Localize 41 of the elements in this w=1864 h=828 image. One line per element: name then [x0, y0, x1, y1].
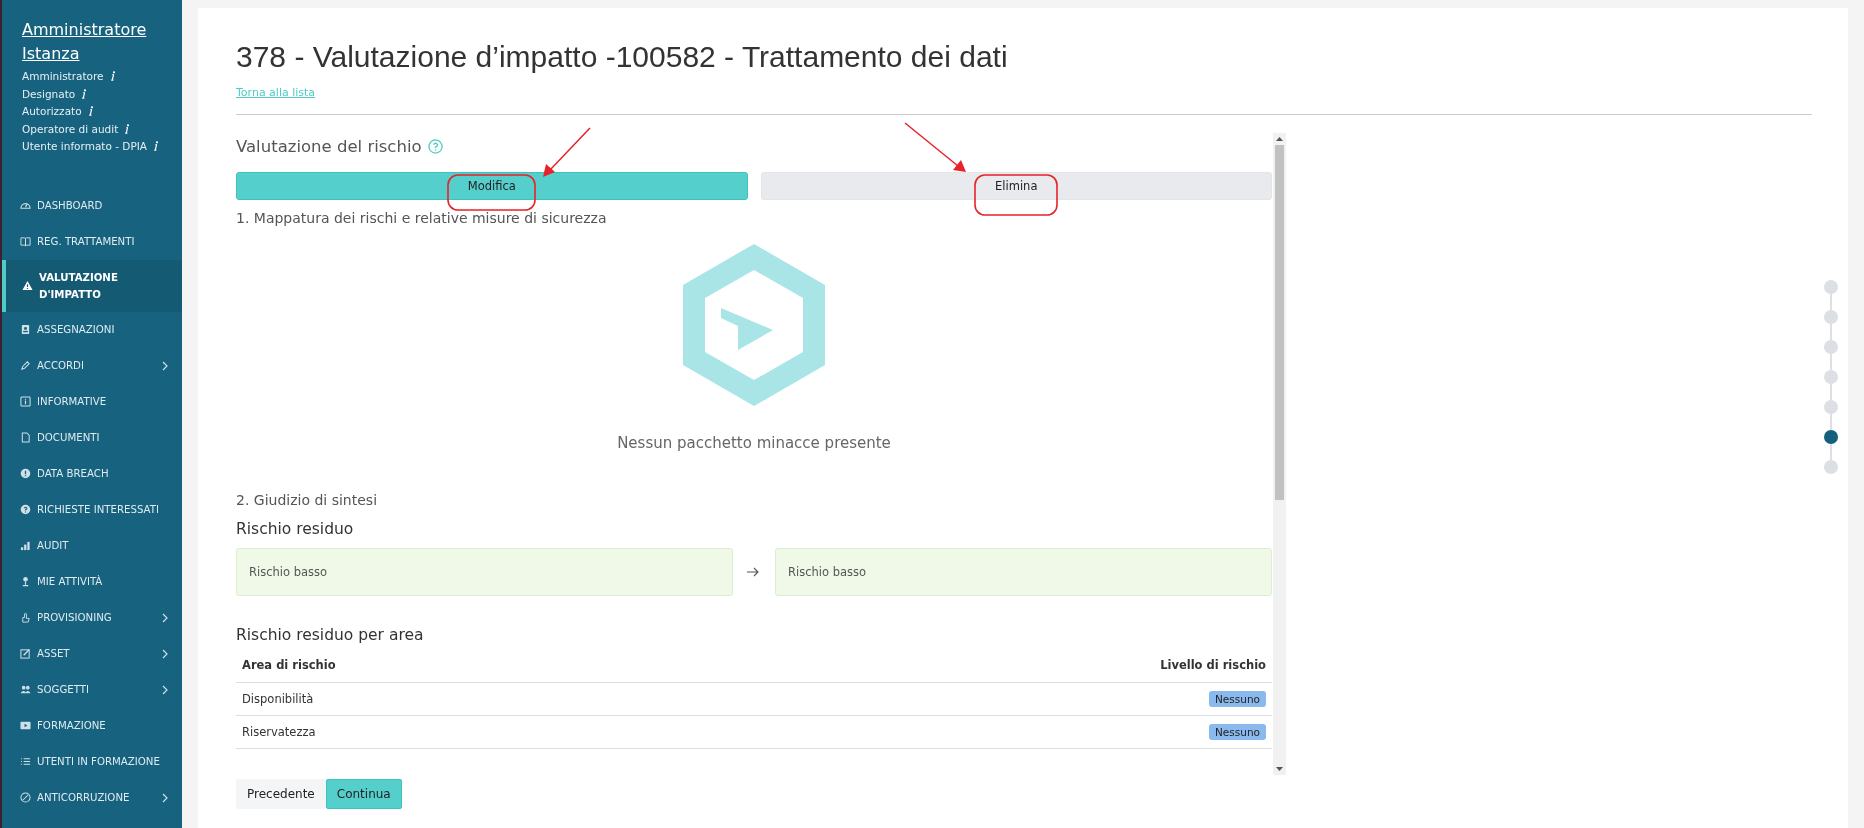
- nav-item[interactable]: VALUTAZIONE D'IMPATTO: [2, 259, 182, 312]
- previous-button[interactable]: Precedente: [236, 779, 326, 809]
- nav-item[interactable]: REG. TRATTAMENTI: [2, 223, 182, 260]
- nav-item[interactable]: ACCORDI: [2, 347, 182, 384]
- subsection-title: Rischio residuo per area: [236, 626, 425, 644]
- empty-message: Nessun pacchetto minacce presente: [617, 434, 891, 452]
- nav-item[interactable]: ANTICORRUZIONE: [2, 779, 182, 816]
- nav-item[interactable]: UTENTI IN FORMAZIONE: [2, 743, 182, 780]
- nav-item[interactable]: AUDIT: [2, 527, 182, 564]
- column-header: Area di rischio: [236, 650, 726, 683]
- role-label: Autorizzato: [22, 105, 82, 117]
- section-title: Valutazione del rischio: [236, 137, 422, 156]
- role-label: Utente informato - DPIA: [22, 140, 148, 152]
- nav-item[interactable]: DASHBOARD: [2, 187, 182, 224]
- page-title: 378 - Valutazione d’impatto -100582 - Trattamento dei dati: [236, 40, 1009, 74]
- delete-button[interactable]: Elimina: [760, 172, 1272, 200]
- risk-level-badge: Nessuno: [1209, 690, 1266, 707]
- nav-item[interactable]: RICHIESTE INTERESSATI: [2, 491, 182, 528]
- nav-item[interactable]: FORMAZIONE: [2, 707, 182, 744]
- role-label: Designato: [22, 87, 76, 100]
- nav-item[interactable]: SOGGETTI: [2, 671, 182, 708]
- nav-item[interactable]: MIE ATTIVITÀ: [2, 563, 182, 600]
- risk-level-box: Rischio basso: [236, 548, 733, 596]
- edit-button[interactable]: Modifica: [236, 172, 748, 200]
- section-heading: 1. Mappatura dei rischi e relative misure di sicurezza: [236, 210, 608, 226]
- table-cell: Riservatezza: [242, 724, 316, 739]
- risk-level-box: Rischio basso: [775, 548, 1272, 596]
- table-cell: Disponibilità: [242, 691, 314, 706]
- role-label: Amministratore: [22, 70, 104, 82]
- nav-item[interactable]: INFORMATIVE: [2, 383, 182, 420]
- nav-item[interactable]: DATA BREACH: [2, 455, 182, 492]
- section-heading: 2. Giudizio di sintesi: [236, 492, 379, 508]
- nav-item[interactable]: ASSEGNAZIONI: [2, 311, 182, 348]
- nav-item[interactable]: ASSET: [2, 635, 182, 672]
- nav-item[interactable]: PROVISIONING: [2, 599, 182, 636]
- continue-button[interactable]: Continua: [325, 779, 402, 809]
- nav-item[interactable]: DOCUMENTI: [2, 419, 182, 456]
- role-label: Operatore di audit: [22, 122, 119, 135]
- subsection-title: Rischio residuo: [236, 520, 355, 538]
- risk-level-badge: Nessuno: [1209, 723, 1266, 740]
- column-header: Livello di rischio: [725, 650, 1272, 683]
